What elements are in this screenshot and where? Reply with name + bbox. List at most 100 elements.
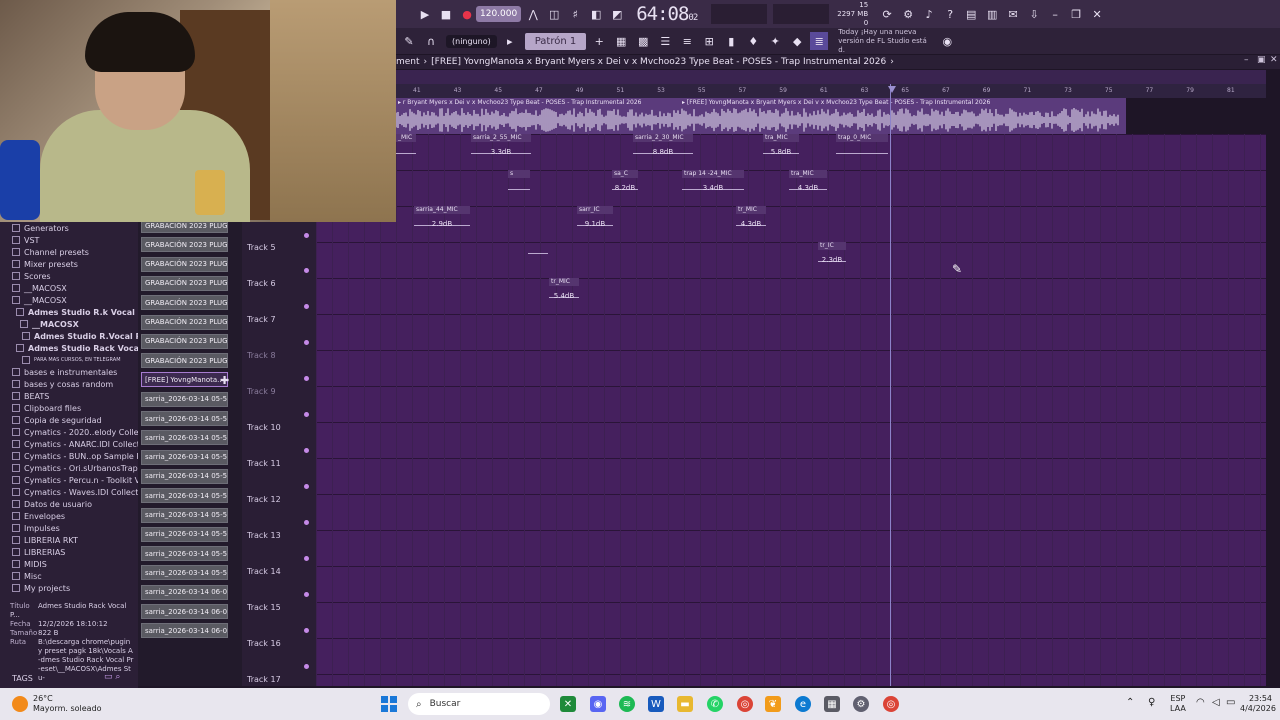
song-time[interactable]: 64:0802 xyxy=(636,3,698,25)
channel-button[interactable]: GRABACIÓN 2023 PLUGINS.. xyxy=(141,353,228,369)
track-name[interactable]: Track 13 xyxy=(247,531,281,540)
track-name[interactable]: Track 15 xyxy=(247,603,281,612)
update-notice[interactable]: Today ¡Hay una nueva versión de FL Studio… xyxy=(838,28,934,55)
chrome-icon[interactable]: ◎ xyxy=(737,696,753,712)
snap-select[interactable]: (ninguno) xyxy=(446,34,497,48)
channel-button[interactable]: sarria_2026-03-14 06-0.. xyxy=(141,604,228,619)
tempo-tap-icon[interactable]: ♦ xyxy=(744,32,762,50)
channel-button[interactable]: GRABACIÓN 2023 PLUGINS.. xyxy=(141,256,228,272)
browser-item[interactable]: LIBRERIAS xyxy=(0,546,138,558)
browser-item[interactable]: Clipboard files xyxy=(0,402,138,414)
add-channel-icon[interactable]: ✚ xyxy=(220,374,229,387)
restore-icon[interactable]: ❐ xyxy=(1067,4,1085,24)
channel-button[interactable]: sarria_2026-03-14 05-5.. xyxy=(141,526,228,542)
channel-button[interactable]: sarria_2026-03-14 05-5.. xyxy=(141,391,228,407)
audio-clip[interactable]: sarr_IC 9.1dB xyxy=(577,206,613,228)
browser-item[interactable]: Cymatics - BUN..op Sample Pack xyxy=(0,450,138,462)
save-icon[interactable]: ▤ xyxy=(962,4,980,24)
track-mute-dot[interactable] xyxy=(304,268,309,273)
audio-clip[interactable] xyxy=(528,242,548,254)
pattern-select[interactable]: Patrón 1 xyxy=(524,32,587,50)
track-mute-dot[interactable] xyxy=(304,376,309,381)
channel-button[interactable]: sarria_2026-03-14 05-5.. xyxy=(141,430,228,446)
mic-icon[interactable]: ♪ xyxy=(920,4,938,24)
settings-icon[interactable]: ⚙ xyxy=(853,696,869,712)
channel-rack-icon[interactable]: ≡ xyxy=(678,32,696,50)
channel-button[interactable]: GRABACIÓN 2023 PLUGINS.. xyxy=(141,314,228,330)
browser-item[interactable]: Envelopes xyxy=(0,510,138,522)
browser-item[interactable]: BEATS xyxy=(0,390,138,402)
audio-clip[interactable]: sarria_2_30_MIC 8.8dB xyxy=(633,134,693,156)
track-name[interactable]: Track 14 xyxy=(247,567,281,576)
battery-icon[interactable]: ▭ xyxy=(1226,697,1235,708)
loop-record-icon[interactable]: ◩ xyxy=(608,4,626,24)
refresh-icon[interactable]: ⟳ xyxy=(878,4,896,24)
countdown-icon[interactable]: ♯ xyxy=(566,4,584,24)
wifi-icon[interactable]: ◠ xyxy=(1196,697,1205,708)
add-pattern-icon[interactable]: + xyxy=(590,32,608,50)
taskbar-search[interactable]: ⌕ Buscar xyxy=(408,693,550,715)
track-mute-dot[interactable] xyxy=(304,233,309,238)
arrow-right-icon[interactable]: ▸ xyxy=(501,32,519,50)
browser-item[interactable]: Scores xyxy=(0,270,138,282)
stamp-icon[interactable]: ◆ xyxy=(788,32,806,50)
track-mute-dot[interactable] xyxy=(304,556,309,561)
track-name[interactable]: Track 5 xyxy=(247,243,276,252)
browser-item[interactable]: Admes Studio R.Vocal Preset xyxy=(0,330,138,342)
chat-icon[interactable]: ✉ xyxy=(1004,4,1022,24)
channel-button[interactable]: sarria_2026-03-14 06-0.. xyxy=(141,584,228,600)
magnet-icon[interactable]: ∩ xyxy=(422,32,440,50)
track-mute-dot[interactable] xyxy=(304,628,309,633)
track-mute-dot[interactable] xyxy=(304,340,309,345)
track-name[interactable]: Track 11 xyxy=(247,459,281,468)
browser-item[interactable]: VST xyxy=(0,234,138,246)
wand-icon[interactable]: ✦ xyxy=(766,32,784,50)
browser-icon[interactable]: ⊞ xyxy=(700,32,718,50)
audio-clip[interactable]: tr_MIC 5.4dB xyxy=(549,278,579,300)
audio-clip-track[interactable]: ▸ r Bryant Myers x Dei v x Mvchoo23 Type… xyxy=(396,98,1126,134)
track-name[interactable]: Track 9 xyxy=(247,387,276,396)
discord-icon[interactable]: ◉ xyxy=(590,696,606,712)
browser-item[interactable]: MIDIS xyxy=(0,558,138,570)
browser-item[interactable]: Cymatics - Waves.IDI Collection xyxy=(0,486,138,498)
channel-button[interactable]: GRABACIÓN 2023 PLUGINS.. xyxy=(141,237,228,253)
mixer-window-icon[interactable]: ☰ xyxy=(656,32,674,50)
wait-icon[interactable]: ◫ xyxy=(545,4,563,24)
edge-icon[interactable]: e xyxy=(795,696,811,712)
spotify-icon[interactable]: ≋ xyxy=(619,696,635,712)
browser-item[interactable]: __MACOSX xyxy=(0,294,138,306)
track-mute-dot[interactable] xyxy=(304,448,309,453)
browser-item[interactable]: bases e instrumentales xyxy=(0,366,138,378)
whatsapp-icon[interactable]: ✆ xyxy=(707,696,723,712)
track-mute-dot[interactable] xyxy=(304,484,309,489)
browser-item[interactable]: Cymatics - ANARC.IDI Collection xyxy=(0,438,138,450)
export-icon[interactable]: ▥ xyxy=(983,4,1001,24)
channel-button[interactable]: sarria_2026-03-14 05-5.. xyxy=(141,565,228,581)
chrome-2-icon[interactable]: ◎ xyxy=(883,696,899,712)
browser-item[interactable]: LIBRERIA RKT xyxy=(0,534,138,546)
track-mute-dot[interactable] xyxy=(304,304,309,309)
pencil-icon[interactable]: ✎ xyxy=(400,32,418,50)
mic-tray-icon[interactable]: ♀ xyxy=(1148,697,1155,708)
track-mute-dot[interactable] xyxy=(304,412,309,417)
browser-item[interactable]: Datos de usuario xyxy=(0,498,138,510)
audio-clip[interactable]: tr_IC 2.3dB xyxy=(818,242,846,264)
channel-button[interactable]: GRABACIÓN 2023 PLUGINS.. xyxy=(141,333,228,349)
plugin-icon[interactable]: ▮ xyxy=(722,32,740,50)
volume-icon[interactable]: ◁ xyxy=(1212,697,1220,708)
audio-clip[interactable]: s xyxy=(508,170,530,190)
track-mute-dot[interactable] xyxy=(304,664,309,669)
scroll-strip[interactable] xyxy=(396,70,1266,84)
browser-item[interactable]: __MACOSX xyxy=(0,318,138,330)
audio-clip[interactable]: sa_C 8.2dB xyxy=(612,170,638,192)
browser-item[interactable]: Generators xyxy=(0,222,138,234)
channel-button[interactable]: GRABACIÓN 2023 PLUGINS.. xyxy=(141,295,228,311)
close-icon[interactable]: ✕ xyxy=(1088,4,1106,24)
channel-button[interactable]: sarria_2026-03-14 05-5.. xyxy=(141,488,228,504)
update-icon[interactable]: ◉ xyxy=(938,32,956,50)
browser-item[interactable]: Cymatics - 2020..elody Collection xyxy=(0,426,138,438)
browser-search-icon[interactable]: ▭ ⌕ xyxy=(104,672,120,682)
channel-button[interactable]: sarria_2026-03-14 05-5.. xyxy=(141,468,228,484)
track-name[interactable]: Track 6 xyxy=(247,279,276,288)
audio-clip[interactable]: sarria_44_MIC 2.9dB xyxy=(414,206,470,228)
